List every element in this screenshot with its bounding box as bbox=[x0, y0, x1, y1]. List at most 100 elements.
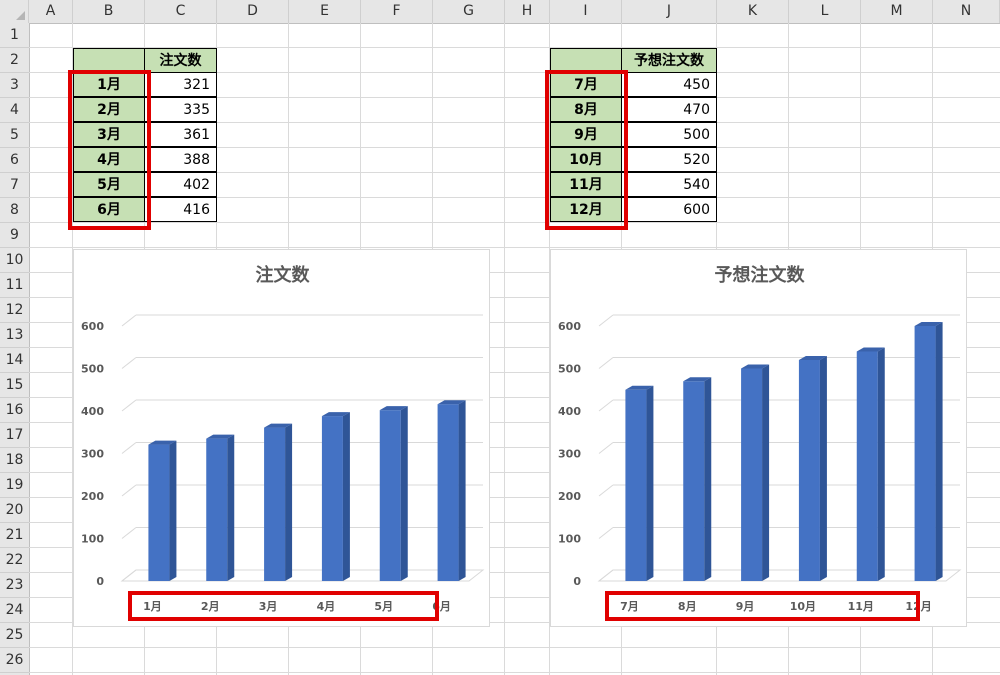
chart-title: 予想注文数 bbox=[715, 264, 806, 286]
chart-forecast-order-count[interactable]: 予想注文数 0 100 200 300 400 500 600 7月 8月 9月 10月 11月 12月 bbox=[550, 249, 967, 627]
row-header-25[interactable]: 25 bbox=[0, 623, 29, 648]
row-header-24[interactable]: 24 bbox=[0, 598, 29, 623]
bar-front bbox=[321, 416, 343, 581]
row-header-7[interactable]: 7 bbox=[0, 173, 29, 198]
bar-side bbox=[935, 322, 943, 581]
bar-front bbox=[798, 360, 820, 581]
table2-value-cell[interactable]: 600 bbox=[621, 197, 717, 222]
row-header-13[interactable]: 13 bbox=[0, 323, 29, 348]
table2-value-cell[interactable]: 470 bbox=[621, 97, 717, 122]
bar-4月 bbox=[321, 412, 350, 581]
table2-header[interactable]: 予想注文数 bbox=[621, 48, 717, 73]
column-header-a[interactable]: A bbox=[29, 0, 73, 23]
y-tick-label: 0 bbox=[96, 575, 104, 588]
row-header-20[interactable]: 20 bbox=[0, 498, 29, 523]
bar-8月 bbox=[683, 377, 712, 581]
column-header-l[interactable]: L bbox=[789, 0, 861, 23]
table2-value-cell[interactable]: 450 bbox=[621, 72, 717, 97]
column-header-e[interactable]: E bbox=[289, 0, 361, 23]
table1-value-cell[interactable]: 402 bbox=[144, 172, 217, 197]
table1-header[interactable]: 注文数 bbox=[144, 48, 217, 73]
table2-value-cell[interactable]: 540 bbox=[621, 172, 717, 197]
column-header-k[interactable]: K bbox=[717, 0, 789, 23]
bar-side bbox=[227, 434, 235, 581]
chart-order-count[interactable]: 注文数 0 100 200 300 400 500 600 1月 2月 3月 4月 5月 6月 bbox=[73, 249, 490, 627]
y-tick-label: 400 bbox=[81, 405, 104, 418]
row-header-10[interactable]: 10 bbox=[0, 248, 29, 273]
bar-front bbox=[264, 427, 286, 581]
y-tick-label: 300 bbox=[81, 448, 104, 461]
table1-value-cell[interactable]: 321 bbox=[144, 72, 217, 97]
gridline-diag bbox=[598, 484, 614, 497]
column-header-m[interactable]: M bbox=[861, 0, 933, 23]
y-tick-label: 100 bbox=[81, 533, 104, 546]
gridline-diag bbox=[598, 399, 614, 412]
row-header-12[interactable]: 12 bbox=[0, 298, 29, 323]
gridline-diag bbox=[598, 527, 614, 539]
bar-side bbox=[704, 377, 712, 581]
row-header-8[interactable]: 8 bbox=[0, 198, 29, 223]
table1-value-cell[interactable]: 416 bbox=[144, 197, 217, 222]
column-header-i[interactable]: I bbox=[550, 0, 622, 23]
table1-value-cell[interactable]: 388 bbox=[144, 147, 217, 172]
row-header-18[interactable]: 18 bbox=[0, 448, 29, 473]
gridline-diag bbox=[121, 484, 137, 497]
row-header-4[interactable]: 4 bbox=[0, 98, 29, 123]
row-header-3[interactable]: 3 bbox=[0, 73, 29, 98]
row-header-1[interactable]: 1 bbox=[0, 23, 29, 48]
grid-vline bbox=[504, 23, 505, 675]
row-header-23[interactable]: 23 bbox=[0, 573, 29, 598]
table1-value-cell[interactable]: 335 bbox=[144, 97, 217, 122]
y-tick-label: 600 bbox=[558, 320, 581, 333]
bar-front bbox=[206, 438, 228, 581]
bar-3月 bbox=[264, 423, 293, 581]
table2-value-cell[interactable]: 520 bbox=[621, 147, 717, 172]
y-tick-label: 100 bbox=[558, 533, 581, 546]
table2-value-cell[interactable]: 500 bbox=[621, 122, 717, 147]
row-header-21[interactable]: 21 bbox=[0, 523, 29, 548]
row-header-9[interactable]: 9 bbox=[0, 223, 29, 248]
column-header-f[interactable]: F bbox=[361, 0, 433, 23]
column-header-g[interactable]: G bbox=[433, 0, 505, 23]
grid-hline bbox=[29, 647, 1000, 648]
row-header-22[interactable]: 22 bbox=[0, 548, 29, 573]
bar-front bbox=[856, 351, 878, 581]
column-header-n[interactable]: N bbox=[933, 0, 1000, 23]
gridline-diag bbox=[598, 314, 614, 327]
column-header-h[interactable]: H bbox=[505, 0, 550, 23]
column-header-b[interactable]: B bbox=[73, 0, 145, 23]
bar-front bbox=[741, 368, 763, 581]
y-tick-label: 0 bbox=[573, 575, 581, 588]
row-header-16[interactable]: 16 bbox=[0, 398, 29, 423]
row-header-26[interactable]: 26 bbox=[0, 648, 29, 673]
row-header-14[interactable]: 14 bbox=[0, 348, 29, 373]
bar-side bbox=[169, 440, 177, 581]
bar-side bbox=[646, 385, 654, 581]
bar-side bbox=[819, 356, 827, 581]
y-tick-label: 200 bbox=[81, 490, 104, 503]
bar-9月 bbox=[741, 364, 770, 581]
column-header-d[interactable]: D bbox=[217, 0, 289, 23]
row-header-15[interactable]: 15 bbox=[0, 373, 29, 398]
gridline-diag bbox=[121, 569, 137, 582]
bar-front bbox=[148, 444, 170, 581]
bar-front bbox=[625, 389, 647, 581]
grid-hline bbox=[29, 222, 1000, 223]
highlight-months-7-12 bbox=[545, 70, 628, 230]
row-header-19[interactable]: 19 bbox=[0, 473, 29, 498]
select-all-corner[interactable] bbox=[0, 0, 29, 23]
row-header-11[interactable]: 11 bbox=[0, 273, 29, 298]
gridline-diag bbox=[598, 442, 614, 454]
bar-front bbox=[683, 381, 705, 581]
row-header-6[interactable]: 6 bbox=[0, 148, 29, 173]
highlight-months-1-6 bbox=[68, 70, 151, 230]
bar-side bbox=[342, 412, 350, 581]
column-header-j[interactable]: J bbox=[622, 0, 717, 23]
row-header-5[interactable]: 5 bbox=[0, 123, 29, 148]
row-header-2[interactable]: 2 bbox=[0, 48, 29, 73]
row-header-17[interactable]: 17 bbox=[0, 423, 29, 448]
table1-value-cell[interactable]: 361 bbox=[144, 122, 217, 147]
column-header-c[interactable]: C bbox=[145, 0, 217, 23]
bar-11月 bbox=[856, 347, 885, 581]
chart-title: 注文数 bbox=[256, 264, 311, 286]
